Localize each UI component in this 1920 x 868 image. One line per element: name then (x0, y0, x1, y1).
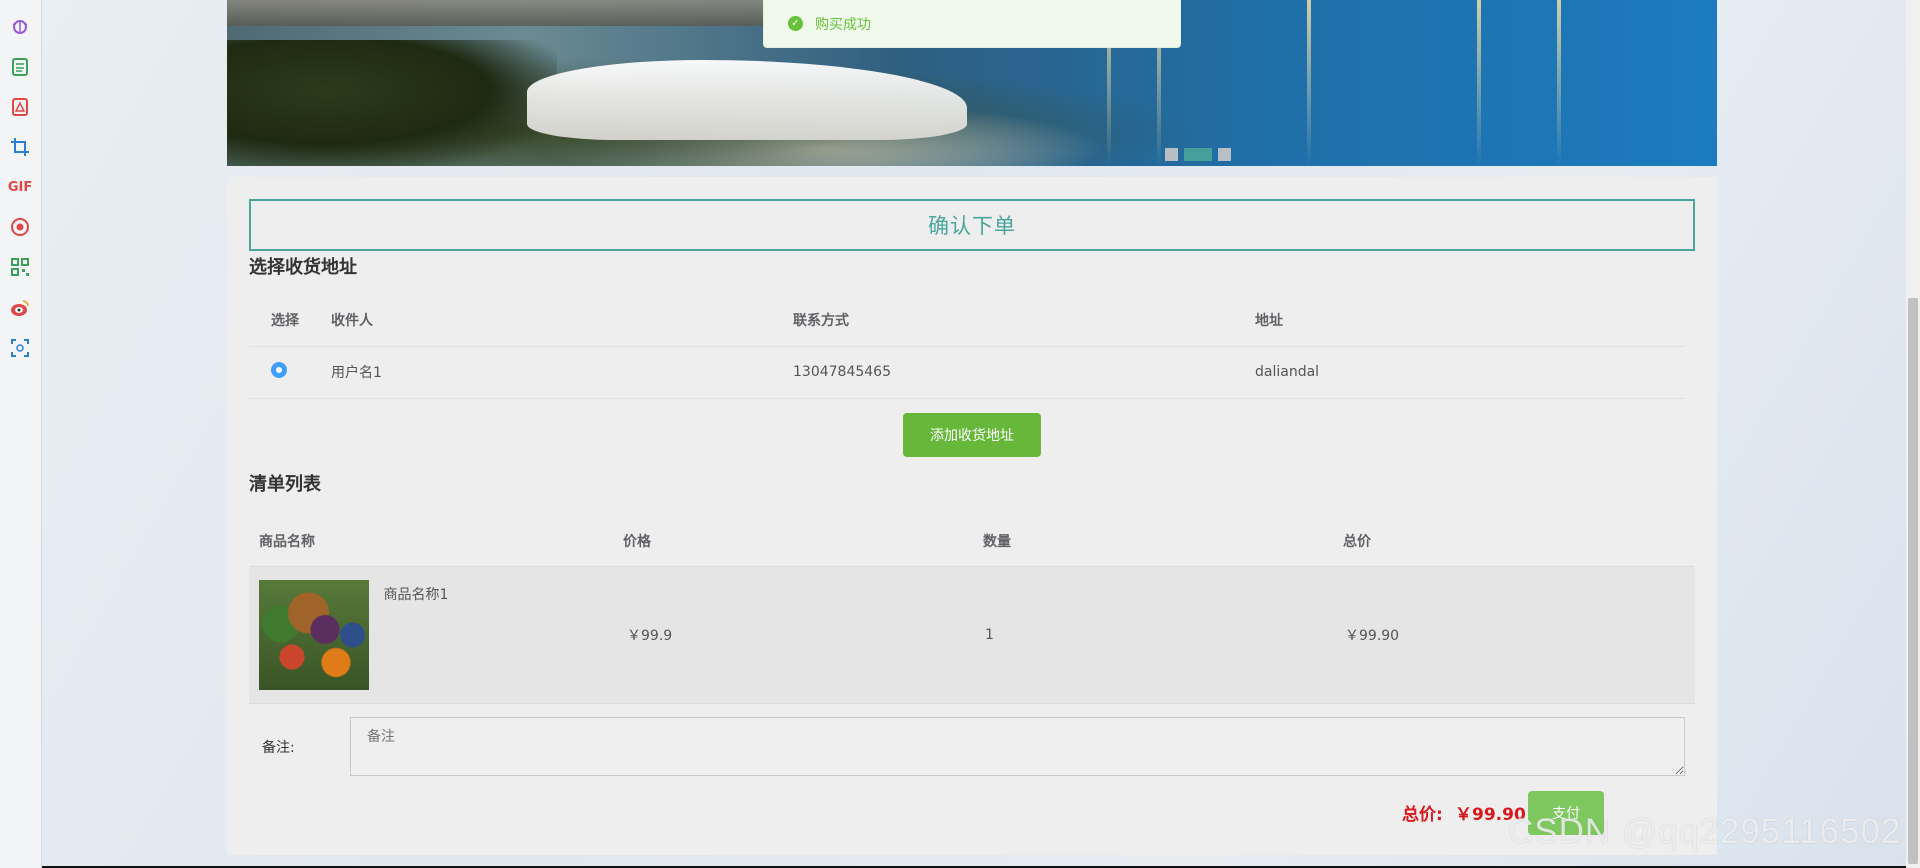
scan-icon[interactable] (8, 336, 32, 360)
carousel-dot[interactable] (1218, 148, 1231, 161)
check-circle-icon: ✓ (788, 16, 803, 31)
column-header: 商品名称 (259, 533, 315, 550)
weibo-icon[interactable] (8, 296, 32, 320)
gif-icon[interactable]: GIF (8, 175, 32, 199)
scrollbar-thumb[interactable] (1908, 298, 1918, 864)
column-header: 地址 (1255, 294, 1685, 347)
phone-cell: 13047845465 (793, 346, 1255, 399)
remark-textarea[interactable] (350, 717, 1685, 776)
crop-icon[interactable] (8, 135, 32, 159)
address-radio[interactable] (271, 362, 287, 378)
subtotal-cell: ￥99.90 (1333, 565, 1695, 704)
bug-icon[interactable] (8, 14, 32, 38)
address-table: 选择 收件人 联系方式 地址 用户名1 13047845465 dalianda… (249, 294, 1685, 399)
toast-message: 购买成功 (815, 16, 871, 33)
column-header: 价格 (623, 533, 651, 550)
column-header: 数量 (983, 533, 1011, 550)
carousel-dot-active[interactable] (1184, 148, 1212, 161)
column-header: 收件人 (331, 294, 793, 347)
column-header: 联系方式 (793, 294, 1255, 347)
remark-label: 备注: (262, 740, 295, 756)
address-row[interactable]: 用户名1 13047845465 daliandal (249, 346, 1685, 399)
carousel-indicators (1165, 148, 1231, 161)
confirm-order-title: 确认下单 (249, 199, 1695, 251)
goods-table: 商品名称 价格 数量 总价 商品名称1 ￥99.9 1 ￥99.90 (249, 516, 1695, 704)
quantity-cell: 1 (973, 565, 1333, 704)
address-section-title: 选择收货地址 (249, 257, 357, 278)
csdn-watermark: CSDN @qq2295116502 (1508, 812, 1902, 851)
column-header: 总价 (1343, 533, 1371, 550)
price-cell: ￥99.9 (613, 565, 973, 704)
pdf-icon[interactable] (8, 95, 32, 119)
order-card: 确认下单 选择收货地址 选择 收件人 联系方式 地址 用户名1 13047845… (227, 177, 1717, 855)
document-icon[interactable] (8, 55, 32, 79)
address-cell: daliandal (1255, 346, 1685, 399)
qrcode-icon[interactable] (8, 255, 32, 279)
scrollbar[interactable] (1906, 0, 1920, 868)
add-address-button[interactable]: 添加收货地址 (903, 413, 1041, 457)
success-toast: ✓ 购买成功 (763, 0, 1181, 48)
recipient-cell: 用户名1 (331, 346, 793, 399)
carousel-dot[interactable] (1165, 148, 1178, 161)
banner-image (227, 0, 787, 26)
product-name: 商品名称1 (383, 586, 449, 603)
tool-rail: GIF (0, 0, 42, 868)
record-icon[interactable] (8, 215, 32, 239)
goods-row: 商品名称1 ￥99.9 1 ￥99.90 (249, 565, 1695, 704)
product-thumbnail[interactable] (259, 579, 369, 690)
column-header: 选择 (249, 294, 331, 347)
total-label: 总价: (1402, 805, 1443, 825)
list-section-title: 清单列表 (249, 474, 321, 495)
